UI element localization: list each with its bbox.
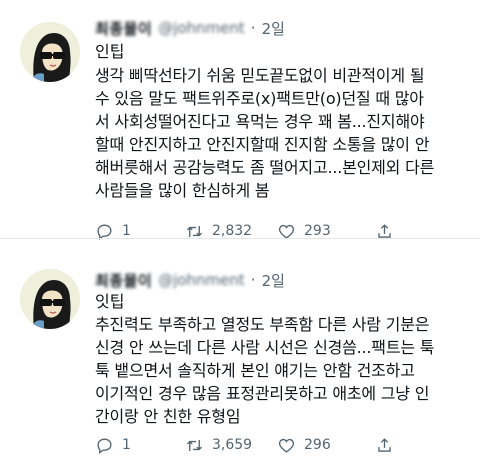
tweet-card[interactable]: 최종몰이 @johnment · 2일 잇팁 추진력도 부족하고 열정도 부족함… bbox=[0, 238, 480, 467]
reply-icon bbox=[97, 437, 112, 454]
share-icon bbox=[378, 437, 391, 452]
like-count: 293 bbox=[304, 223, 331, 239]
tweet-text: 생각 삐딱선타기 쉬움 믿도끝도없이 비관적이게 될 수 있음 말도 팩트위주로… bbox=[95, 66, 435, 200]
author-handle[interactable]: @johnment bbox=[158, 271, 245, 289]
tweet-actions: 1 3,659 296 bbox=[95, 434, 405, 456]
retweet-button[interactable]: 3,659 bbox=[185, 436, 277, 455]
separator-dot: · bbox=[250, 19, 256, 37]
avatar-image bbox=[20, 22, 80, 82]
separator-dot: · bbox=[250, 271, 256, 289]
tweet-tip-title: 인팁 bbox=[95, 42, 125, 61]
tweet-header: 최종몰이 @johnment · 2일 bbox=[95, 269, 285, 291]
reply-count: 1 bbox=[122, 223, 131, 239]
avatar-image bbox=[20, 269, 80, 329]
tweet-card[interactable]: 최종몰이 @johnment · 2일 인팁 생각 삐딱선타기 쉬움 믿도끝도없… bbox=[0, 0, 480, 240]
retweet-count: 3,659 bbox=[212, 437, 253, 453]
retweet-count: 2,832 bbox=[212, 223, 253, 239]
avatar[interactable] bbox=[20, 269, 80, 329]
author-handle[interactable]: @johnment bbox=[158, 19, 245, 37]
like-count: 296 bbox=[304, 437, 331, 453]
like-button[interactable]: 296 bbox=[277, 436, 375, 455]
avatar[interactable] bbox=[20, 22, 80, 82]
reply-count: 1 bbox=[122, 437, 131, 453]
share-button[interactable] bbox=[375, 436, 405, 455]
reply-button[interactable]: 1 bbox=[95, 436, 185, 455]
tweet-header: 최종몰이 @johnment · 2일 bbox=[95, 17, 285, 39]
tweet-text: 추진력도 부족하고 열정도 부족함 다른 사람 기분은 신경 안 쓰는데 다른 … bbox=[95, 315, 435, 426]
heart-icon bbox=[278, 438, 295, 453]
tweet-tip-title: 잇팁 bbox=[95, 292, 125, 311]
timestamp[interactable]: 2일 bbox=[262, 18, 285, 39]
timestamp[interactable]: 2일 bbox=[262, 270, 285, 291]
author-name[interactable]: 최종몰이 bbox=[95, 18, 152, 39]
author-name[interactable]: 최종몰이 bbox=[95, 270, 152, 291]
retweet-icon bbox=[186, 439, 203, 451]
